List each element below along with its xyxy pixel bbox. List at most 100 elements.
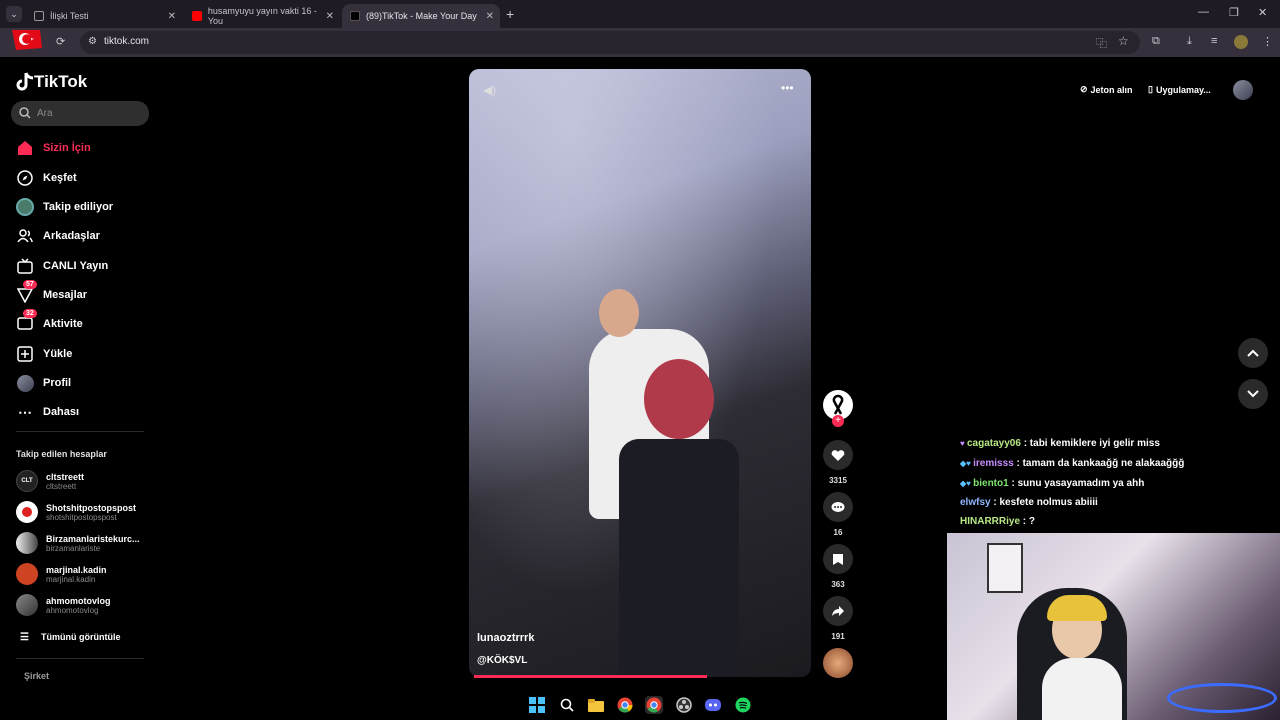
media-control-icon[interactable]: ≡ bbox=[1211, 35, 1217, 47]
obs-icon[interactable] bbox=[675, 696, 693, 714]
chat-text: : tamam da kankaağğ ne alakaağğğ bbox=[1013, 458, 1185, 469]
next-video-button[interactable] bbox=[1238, 379, 1268, 409]
nav-profile[interactable]: Profil bbox=[16, 373, 71, 393]
previous-video-button[interactable] bbox=[1238, 338, 1268, 368]
nav-explore[interactable]: Keşfet bbox=[16, 168, 77, 188]
account-handle: shotshitpostopspost bbox=[46, 512, 117, 522]
nav-friends[interactable]: Arkadaşlar bbox=[16, 226, 100, 246]
nav-upload[interactable]: Yükle bbox=[16, 344, 72, 364]
browser-tab-3[interactable]: (89)TikTok - Make Your Day ✕ bbox=[342, 4, 500, 28]
like-button[interactable] bbox=[823, 440, 853, 470]
video-progress-bar[interactable] bbox=[474, 675, 707, 678]
windows-start-icon[interactable] bbox=[528, 696, 546, 714]
tiktok-note-icon bbox=[16, 72, 34, 91]
chrome-active-icon[interactable] bbox=[645, 696, 663, 714]
nav-messages[interactable]: 57 Mesajlar bbox=[16, 280, 87, 305]
url-field[interactable]: ⚙ tiktok.com ⿻ ☆ bbox=[80, 31, 1140, 54]
share-button[interactable] bbox=[823, 596, 853, 626]
company-link[interactable]: Şirket bbox=[24, 671, 49, 681]
comment-button[interactable] bbox=[823, 492, 853, 522]
video-figure-hair bbox=[644, 359, 714, 439]
chat-message: ◆♥ biento1 : sunu yasayamadım ya ahh bbox=[960, 478, 1144, 489]
close-window-button[interactable]: ✕ bbox=[1258, 6, 1267, 19]
search-icon[interactable] bbox=[558, 696, 576, 714]
led-light bbox=[1167, 683, 1277, 713]
share-arrow-icon bbox=[832, 606, 844, 616]
profile-avatar[interactable] bbox=[1234, 35, 1248, 49]
like-count: 3315 bbox=[829, 476, 847, 485]
minimize-button[interactable]: — bbox=[1198, 6, 1209, 18]
tiktok-logo[interactable]: TikTok bbox=[16, 72, 87, 92]
followed-account[interactable]: CLT cltstreett cltstreett bbox=[16, 468, 84, 494]
followed-account[interactable]: marjinal.kadin marjinal.kadin bbox=[16, 561, 107, 587]
new-tab-button[interactable]: + bbox=[506, 6, 514, 22]
close-tab-icon[interactable]: ✕ bbox=[326, 11, 334, 22]
followed-account[interactable]: ahmomotovlog ahmomotovlog bbox=[16, 592, 111, 618]
account-handle: birzamanlariste bbox=[46, 543, 101, 553]
extensions-icon[interactable]: ⧉ bbox=[1152, 35, 1160, 48]
tab-title: husamyuyu yayın vakti 16 - You bbox=[207, 6, 317, 26]
divider bbox=[16, 431, 144, 432]
browser-tab-1[interactable]: İlişki Testi ✕ bbox=[26, 4, 182, 28]
get-coins-button[interactable]: ⊘ Jeton alın bbox=[1080, 84, 1133, 95]
list-icon: ☰ bbox=[20, 631, 29, 643]
search-input[interactable]: Ara bbox=[11, 101, 149, 126]
nav-label: CANLI Yayın bbox=[43, 260, 109, 272]
profile-avatar-icon bbox=[16, 374, 34, 392]
reload-icon[interactable]: ⟳ bbox=[56, 35, 65, 48]
download-icon[interactable]: ⤓ bbox=[1187, 35, 1192, 48]
streamer-hair bbox=[1047, 595, 1107, 621]
heart-icon bbox=[831, 449, 845, 461]
chat-message: elwfsy : kesfete nolmus abiiii bbox=[960, 497, 1098, 508]
file-explorer-icon[interactable] bbox=[587, 696, 605, 714]
get-app-label: Uygulamay... bbox=[1155, 84, 1211, 95]
browser-tab-2[interactable]: husamyuyu yayın vakti 16 - You ✕ bbox=[184, 4, 340, 28]
upload-icon bbox=[16, 345, 34, 363]
followed-account[interactable]: Birzamanlaristekurc... birzamanlariste bbox=[16, 530, 140, 556]
menu-icon[interactable]: ⋮ bbox=[1262, 35, 1273, 48]
chrome-icon[interactable] bbox=[616, 696, 634, 714]
get-app-button[interactable]: ▯ Uygulamay... bbox=[1148, 84, 1211, 95]
home-icon bbox=[16, 139, 34, 157]
live-icon bbox=[16, 257, 34, 275]
avatar bbox=[16, 501, 38, 523]
volume-icon[interactable]: ◀) bbox=[483, 83, 496, 97]
tab-search-icon[interactable]: ⌄ bbox=[6, 6, 22, 22]
account-handle: ahmomotovlog bbox=[46, 605, 99, 615]
restore-button[interactable]: ❐ bbox=[1229, 6, 1239, 19]
close-tab-icon[interactable]: ✕ bbox=[168, 11, 176, 22]
messages-icon: 57 bbox=[16, 280, 37, 304]
nav-for-you[interactable]: Sizin İçin bbox=[16, 138, 91, 158]
account-name: Birzamanlaristekurc... bbox=[46, 533, 140, 544]
globe-icon bbox=[34, 11, 44, 21]
followed-account[interactable]: Shotshitpostopspost shotshitpostopspost bbox=[16, 499, 136, 525]
nav-live[interactable]: CANLI Yayın bbox=[16, 256, 108, 276]
streamer-shirt bbox=[1042, 658, 1122, 720]
see-all-link[interactable]: ☰ Tümünü görüntüle bbox=[16, 624, 120, 650]
nav-following[interactable]: Takip ediliyor bbox=[16, 197, 113, 217]
save-button[interactable] bbox=[823, 544, 853, 574]
following-accounts-header: Takip edilen hesaplar bbox=[16, 449, 107, 459]
video-sound[interactable]: @KÖK$VL bbox=[477, 655, 527, 666]
more-options-icon[interactable]: ••• bbox=[781, 81, 794, 95]
nav-activity[interactable]: 32 Aktivite bbox=[16, 309, 83, 334]
following-avatar-icon bbox=[16, 198, 34, 216]
bookmark-star-icon[interactable]: ☆ bbox=[1118, 34, 1129, 48]
translate-icon[interactable]: ⿻ bbox=[1096, 35, 1107, 51]
sound-disc-avatar[interactable] bbox=[823, 648, 853, 678]
user-avatar[interactable] bbox=[1233, 80, 1253, 100]
site-info-icon[interactable]: ⚙ bbox=[88, 36, 97, 47]
nav-label: Sizin İçin bbox=[43, 142, 91, 154]
chat-username: biento1 bbox=[973, 478, 1009, 489]
close-tab-icon[interactable]: ✕ bbox=[486, 11, 494, 22]
chat-message: ♥ cagatayy06 : tabi kemiklere iyi gelir … bbox=[960, 438, 1160, 449]
video-author[interactable]: lunaoztrrrk bbox=[477, 632, 534, 644]
follow-plus-icon[interactable]: + bbox=[832, 415, 844, 427]
tiktok-icon bbox=[350, 11, 360, 21]
nav-more[interactable]: ⋯ Dahası bbox=[16, 402, 79, 422]
video-player[interactable]: ◀) ••• lunaoztrrrk @KÖK$VL bbox=[469, 69, 811, 677]
discord-icon[interactable] bbox=[704, 696, 722, 714]
spotify-icon[interactable] bbox=[734, 696, 752, 714]
chat-text: : kesfete nolmus abiiii bbox=[990, 497, 1098, 508]
share-count: 191 bbox=[831, 632, 845, 641]
